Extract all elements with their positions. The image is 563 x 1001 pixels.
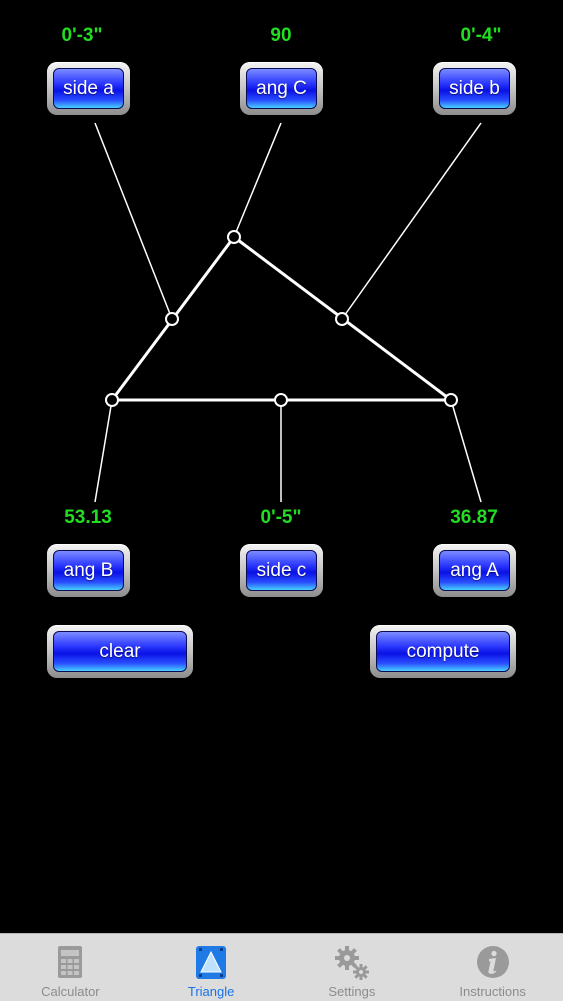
info-icon xyxy=(476,946,509,978)
clear-button-label: clear xyxy=(53,631,187,672)
tab-bar: Calculator Triangle Settings Instruction… xyxy=(0,933,563,1001)
triangle-diagram xyxy=(94,122,482,503)
tab-calculator-label: Calculator xyxy=(41,984,100,999)
side-b-marker xyxy=(335,312,349,326)
angle-a-button[interactable]: ang A xyxy=(433,544,516,597)
tab-triangle-label: Triangle xyxy=(187,984,235,999)
side-b-leader-line xyxy=(341,122,482,320)
tab-instructions[interactable]: Instructions xyxy=(422,934,563,1001)
angle-a-button-label: ang A xyxy=(439,550,510,591)
clear-button[interactable]: clear xyxy=(47,625,193,678)
side-c-button-label: side c xyxy=(246,550,317,591)
angle-b-button[interactable]: ang B xyxy=(47,544,130,597)
tab-instructions-label: Instructions xyxy=(459,984,526,999)
vertex-a-marker xyxy=(444,393,458,407)
side-c-button[interactable]: side c xyxy=(240,544,323,597)
tab-triangle[interactable]: Triangle xyxy=(141,934,282,1001)
side-a-marker xyxy=(165,312,179,326)
angle-b-leader-line xyxy=(94,399,113,503)
side-c-marker xyxy=(274,393,288,407)
angle-b-button-label: ang B xyxy=(53,550,124,591)
angle-c-leader-line xyxy=(233,122,282,238)
tab-settings-label: Settings xyxy=(328,984,376,999)
vertex-b-marker xyxy=(105,393,119,407)
compute-button-label: compute xyxy=(376,631,510,672)
compute-button[interactable]: compute xyxy=(370,625,516,678)
vertex-c-marker xyxy=(227,230,241,244)
gears-icon xyxy=(334,946,369,980)
triangle-shape xyxy=(109,234,456,402)
side-a-leader-line xyxy=(94,122,173,320)
tab-settings[interactable]: Settings xyxy=(282,934,423,1001)
triangle-icon xyxy=(196,946,227,979)
angle-a-leader-line xyxy=(450,399,482,503)
calculator-icon xyxy=(58,946,83,978)
tab-calculator[interactable]: Calculator xyxy=(0,934,141,1001)
